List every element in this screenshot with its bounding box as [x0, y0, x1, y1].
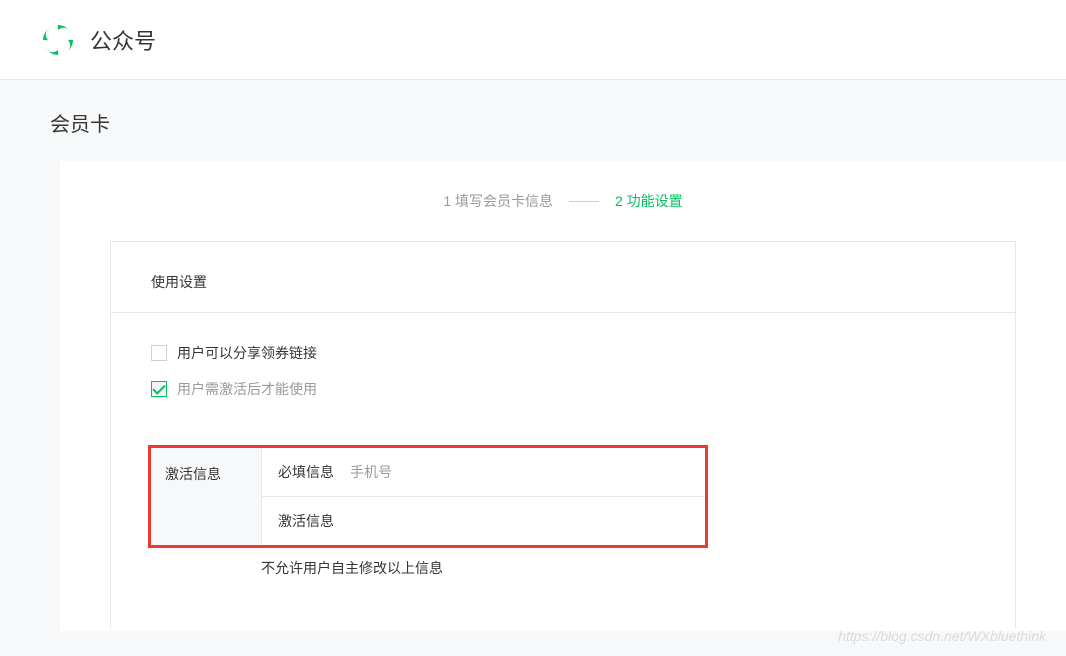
- settings-panel: 使用设置 用户可以分享领券链接 用户需激活后才能使用 激活信息 必填信息 手机号: [110, 241, 1016, 628]
- activation-box: 激活信息 必填信息 手机号 激活信息: [148, 445, 708, 548]
- header-title: 公众号: [90, 24, 156, 56]
- activation-info-label: 激活信息: [278, 511, 334, 531]
- activation-side-label: 激活信息: [151, 448, 261, 545]
- app-header: 公众号: [0, 0, 1066, 80]
- checkbox-activate[interactable]: [151, 381, 167, 397]
- checkbox-label-share: 用户可以分享领券链接: [177, 343, 317, 363]
- note-text: 不允许用户自主修改以上信息: [151, 558, 1015, 578]
- step-1[interactable]: 1 填写会员卡信息: [443, 191, 553, 211]
- checkbox-row-share: 用户可以分享领券链接: [151, 343, 1015, 363]
- highlight-wrapper: 激活信息 必填信息 手机号 激活信息 不允许用户自主修改以上信息: [111, 445, 1015, 578]
- watermark: https://blog.csdn.net/WXbluethink: [838, 628, 1046, 644]
- checkbox-share[interactable]: [151, 345, 167, 361]
- wechat-logo-icon: [40, 22, 76, 58]
- step-2[interactable]: 2 功能设置: [615, 191, 683, 211]
- activation-right: 必填信息 手机号 激活信息: [261, 448, 705, 545]
- activation-required-value: 手机号: [350, 462, 392, 482]
- content-card: 1 填写会员卡信息 2 功能设置 使用设置 用户可以分享领券链接 用户需激活后才…: [60, 161, 1066, 631]
- activation-required-label: 必填信息: [278, 462, 334, 482]
- panel-title: 使用设置: [111, 272, 1015, 313]
- checkbox-label-activate: 用户需激活后才能使用: [177, 379, 317, 399]
- activation-info-row[interactable]: 激活信息: [262, 497, 705, 545]
- step-indicator: 1 填写会员卡信息 2 功能设置: [60, 181, 1066, 241]
- activation-required-row[interactable]: 必填信息 手机号: [262, 448, 705, 497]
- page-title: 会员卡: [0, 80, 1066, 161]
- step-divider: [569, 201, 599, 202]
- checkbox-row-activate: 用户需激活后才能使用: [151, 379, 1015, 399]
- checkbox-group: 用户可以分享领券链接 用户需激活后才能使用: [111, 313, 1015, 435]
